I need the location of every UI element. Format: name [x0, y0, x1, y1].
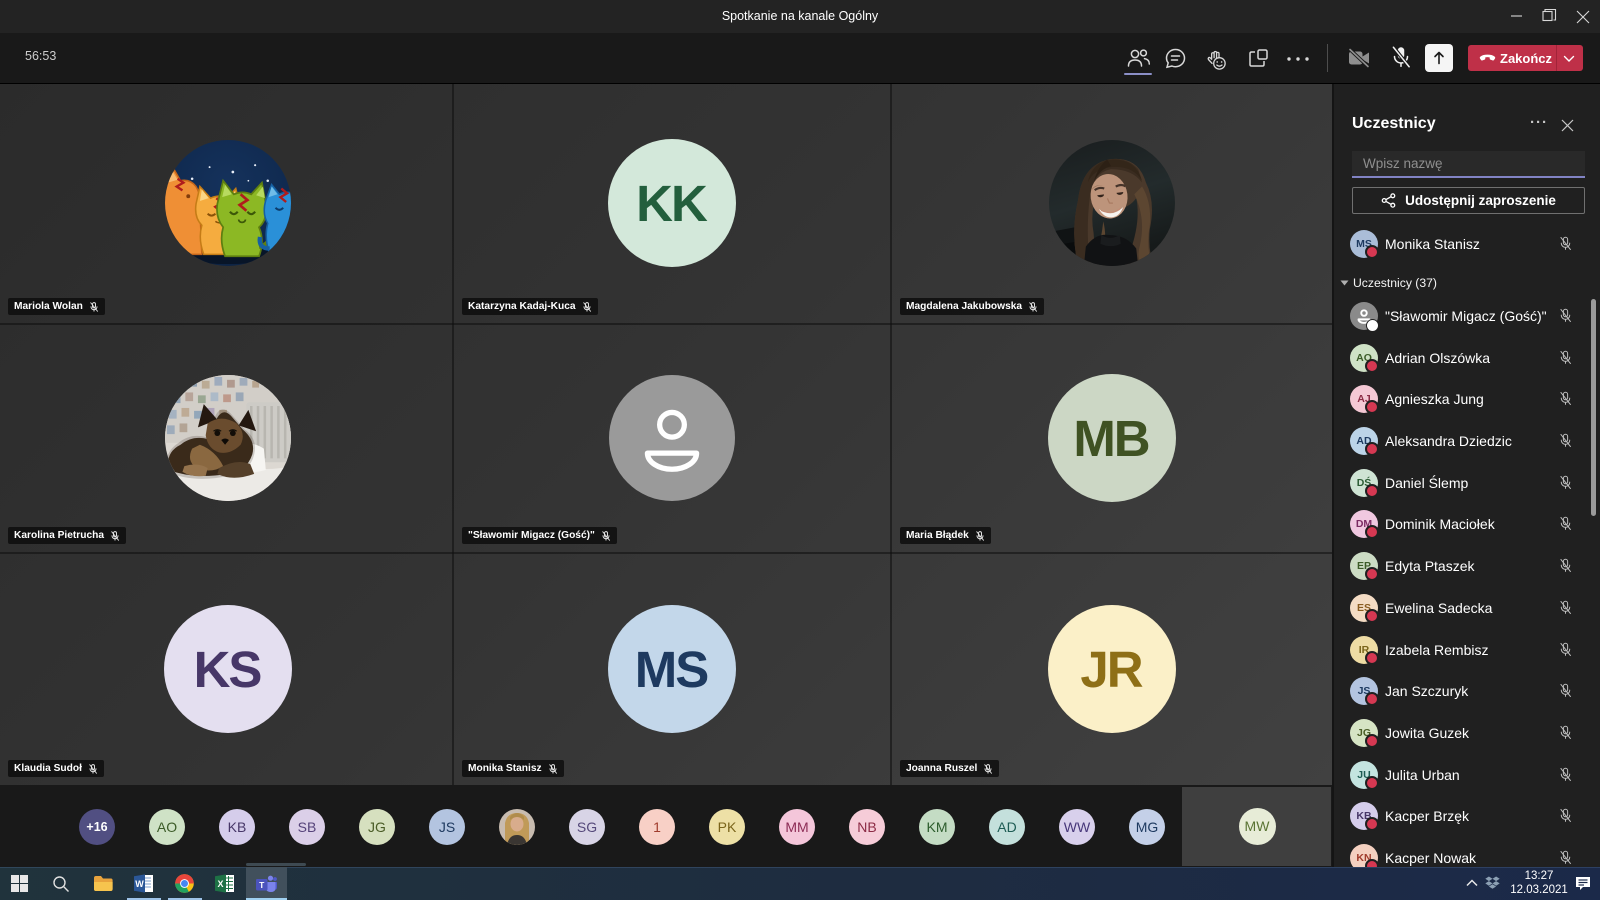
svg-text:W: W [135, 879, 144, 889]
svg-text:X: X [217, 879, 223, 889]
svg-text:T: T [259, 880, 265, 890]
